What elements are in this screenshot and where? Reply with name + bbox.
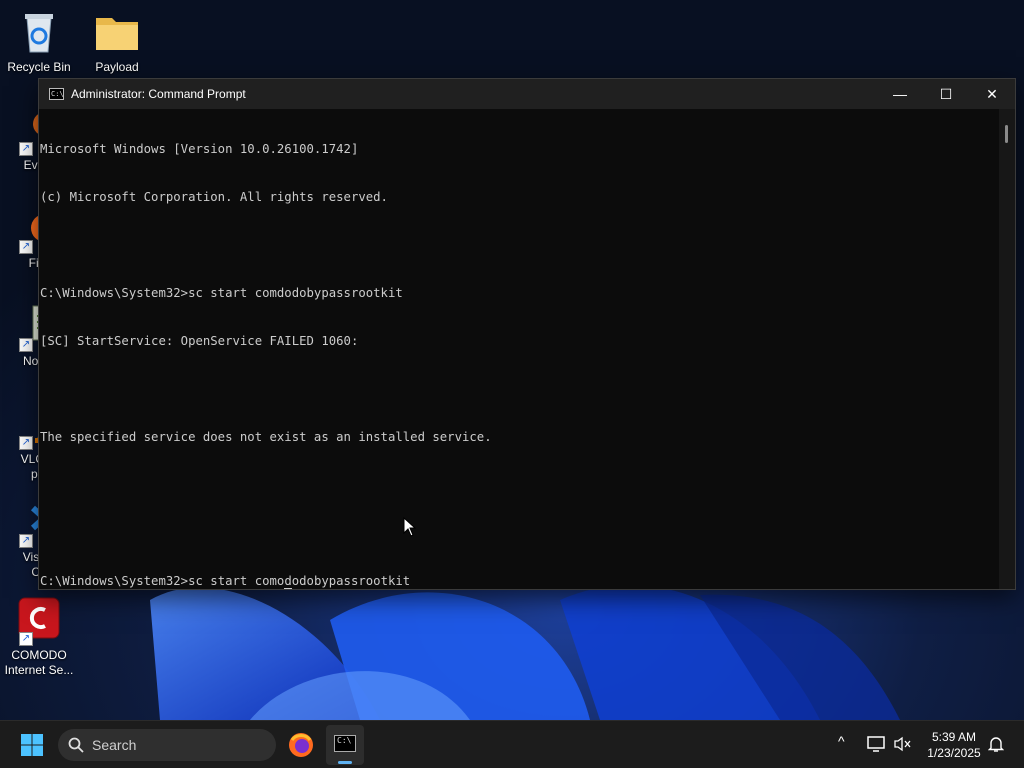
shortcut-arrow-icon: ↗ bbox=[19, 534, 33, 548]
taskbar: Search C:\ ^ 5:39 AM 1/23/2025 bbox=[0, 720, 1024, 768]
taskbar-clock[interactable]: 5:39 AM 1/23/2025 bbox=[918, 729, 990, 761]
desktop-icon-label: Payload bbox=[95, 60, 139, 74]
search-placeholder: Search bbox=[92, 737, 137, 753]
desktop-icon-payload-folder[interactable]: Payload bbox=[78, 8, 156, 75]
clock-time: 5:39 AM bbox=[931, 730, 977, 744]
command-prompt-icon: C:\ bbox=[334, 735, 356, 752]
console-input-text: odobypassrootkit bbox=[291, 574, 411, 588]
shortcut-arrow-icon: ↗ bbox=[19, 632, 33, 646]
window-title: Administrator: Command Prompt bbox=[71, 87, 246, 101]
shortcut-arrow-icon: ↗ bbox=[19, 240, 33, 254]
minimize-button[interactable]: — bbox=[877, 79, 923, 109]
shortcut-arrow-icon: ↗ bbox=[19, 436, 33, 450]
active-app-indicator bbox=[338, 761, 352, 764]
vertical-scrollbar[interactable] bbox=[999, 109, 1015, 589]
text-cursor: d bbox=[284, 574, 292, 589]
maximize-button[interactable]: ☐ bbox=[923, 79, 969, 109]
console-line: The specified service does not exist as … bbox=[40, 430, 492, 444]
show-hidden-icons-chevron-icon[interactable]: ^ bbox=[838, 733, 845, 749]
console-line: (c) Microsoft Corporation. All rights re… bbox=[40, 190, 388, 204]
recycle-bin-icon bbox=[15, 8, 63, 56]
network-icon[interactable] bbox=[866, 735, 886, 753]
command-prompt-window[interactable]: C:\ Administrator: Command Prompt — ☐ ✕ … bbox=[38, 78, 1016, 590]
windows-start-icon[interactable] bbox=[20, 733, 44, 757]
taskbar-firefox-icon[interactable] bbox=[288, 732, 314, 758]
comodo-icon: ↗ bbox=[15, 596, 63, 646]
desktop-icon-label: COMODO bbox=[11, 648, 67, 662]
console-line: [SC] StartService: OpenService FAILED 10… bbox=[40, 334, 359, 348]
taskbar-command-prompt-button[interactable]: C:\ bbox=[326, 725, 364, 765]
folder-icon bbox=[93, 8, 141, 56]
console-input-text: sc start como bbox=[188, 574, 285, 588]
shortcut-arrow-icon: ↗ bbox=[19, 142, 33, 156]
desktop-icon-label: Internet Se... bbox=[4, 663, 74, 677]
shortcut-arrow-icon: ↗ bbox=[19, 338, 33, 352]
command-prompt-icon: C:\ bbox=[49, 88, 64, 100]
search-icon bbox=[68, 737, 84, 753]
close-button[interactable]: ✕ bbox=[969, 79, 1015, 109]
clock-date: 1/23/2025 bbox=[927, 746, 981, 760]
desktop-icon-label: Recycle Bin bbox=[7, 60, 71, 74]
window-titlebar[interactable]: C:\ Administrator: Command Prompt — ☐ ✕ bbox=[39, 79, 1015, 109]
console-line: C:\Windows\System32>sc start comdodobypa… bbox=[40, 286, 403, 300]
console-line: Microsoft Windows [Version 10.0.26100.17… bbox=[40, 142, 359, 156]
desktop-icon-comodo[interactable]: ↗ COMODO Internet Se... bbox=[0, 596, 78, 678]
notification-bell-icon[interactable] bbox=[988, 735, 1004, 753]
taskbar-search-box[interactable]: Search bbox=[58, 729, 276, 761]
console-prompt: C:\Windows\System32> bbox=[40, 574, 189, 588]
volume-muted-icon[interactable] bbox=[893, 736, 911, 752]
console-input-line[interactable]: C:\Windows\System32>sc start comododobyp… bbox=[40, 573, 999, 589]
mouse-pointer-icon bbox=[403, 517, 417, 537]
console-output[interactable]: Microsoft Windows [Version 10.0.26100.17… bbox=[39, 109, 999, 589]
scrollbar-thumb[interactable] bbox=[1005, 125, 1008, 143]
desktop-icon-recycle-bin[interactable]: Recycle Bin bbox=[0, 8, 78, 75]
